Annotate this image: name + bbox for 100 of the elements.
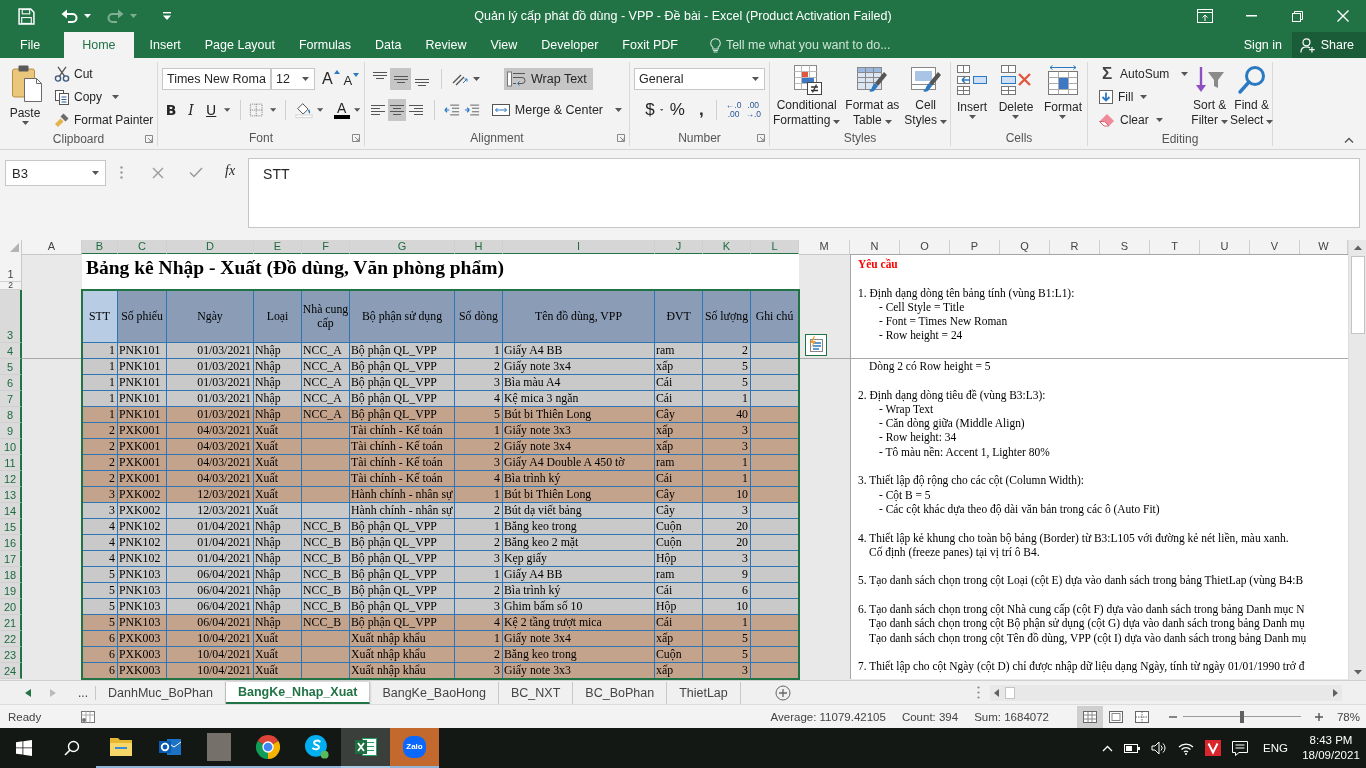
dialog-launcher-icon[interactable] bbox=[617, 133, 625, 142]
caret-icon[interactable] bbox=[473, 77, 480, 81]
bold-button[interactable]: B bbox=[162, 99, 181, 121]
notification-icon[interactable] bbox=[1232, 740, 1249, 756]
scroll-thumb[interactable] bbox=[1005, 686, 1015, 699]
ribbon-tab[interactable]: File bbox=[8, 32, 53, 58]
scroll-up-icon[interactable] bbox=[1353, 245, 1362, 250]
battery-icon[interactable] bbox=[1124, 743, 1141, 753]
font-color-button[interactable]: A bbox=[333, 99, 350, 121]
sheet-tab[interactable]: DanhMuc_BoPhan bbox=[96, 681, 226, 704]
comma-style-button[interactable]: , bbox=[695, 99, 708, 121]
previous-sheet-icon[interactable] bbox=[25, 688, 31, 697]
merge-center-button[interactable]: Merge & Center bbox=[487, 99, 625, 121]
format-as-table-button[interactable]: Format as Table bbox=[844, 62, 901, 129]
zoom-slider-thumb[interactable] bbox=[1239, 710, 1244, 723]
ribbon-tab[interactable]: Data bbox=[363, 32, 414, 58]
volume-icon[interactable] bbox=[1151, 741, 1168, 755]
row-header[interactable]: 20 bbox=[0, 599, 22, 615]
row-header[interactable]: 10 bbox=[0, 439, 22, 455]
ribbon-display-icon[interactable] bbox=[1197, 9, 1213, 23]
scroll-thumb[interactable] bbox=[1350, 256, 1365, 334]
zoom-in-icon[interactable] bbox=[1314, 712, 1323, 721]
wrap-text-button[interactable]: Wrap Text bbox=[504, 68, 593, 90]
vertical-scrollbar[interactable] bbox=[1348, 240, 1366, 680]
caret-icon[interactable] bbox=[317, 108, 324, 112]
cell-styles-button[interactable]: Cell Styles bbox=[903, 62, 948, 129]
sheet-tab[interactable]: BC_NXT bbox=[499, 681, 574, 704]
horizontal-scrollbar[interactable] bbox=[990, 684, 1342, 701]
row-header[interactable]: 16 bbox=[0, 535, 22, 551]
sheet-tab[interactable]: BangKe_Nhap_Xuat bbox=[225, 681, 371, 704]
tell-me-field[interactable]: Tell me what you want to do... bbox=[725, 38, 906, 52]
chevron-up-icon[interactable] bbox=[1102, 744, 1114, 752]
paste-button[interactable]: Paste bbox=[4, 62, 46, 131]
name-box[interactable]: B3 bbox=[5, 160, 106, 186]
row-header[interactable]: 18 bbox=[0, 567, 22, 583]
row-header[interactable]: 22 bbox=[0, 631, 22, 647]
row-header[interactable]: 4 bbox=[0, 343, 22, 359]
percent-button[interactable]: % bbox=[671, 99, 684, 121]
scroll-down-icon[interactable] bbox=[1353, 670, 1362, 675]
enter-check-icon[interactable] bbox=[189, 167, 203, 178]
row-header[interactable]: 6 bbox=[0, 375, 22, 391]
increase-indent-icon[interactable] bbox=[463, 104, 480, 116]
view-button[interactable] bbox=[1076, 705, 1103, 728]
wifi-icon[interactable] bbox=[1178, 741, 1195, 755]
search-icon[interactable] bbox=[64, 740, 80, 756]
row-header[interactable]: 17 bbox=[0, 551, 22, 567]
cancel-icon[interactable] bbox=[152, 167, 164, 179]
add-sheet-icon[interactable] bbox=[774, 684, 791, 701]
row-header[interactable]: 5 bbox=[0, 359, 22, 375]
more-sheets-button[interactable]: ... bbox=[78, 685, 96, 700]
v-tile-icon[interactable] bbox=[1205, 740, 1222, 756]
cut-button[interactable]: Cut bbox=[52, 62, 156, 85]
autosum-button[interactable]: Σ AutoSum bbox=[1096, 62, 1191, 85]
find-select-button[interactable]: Find & Select bbox=[1229, 62, 1275, 131]
row-header[interactable]: 1 bbox=[0, 254, 22, 282]
paint-bucket-icon[interactable] bbox=[295, 101, 314, 119]
taskbar-button[interactable]: Zalo bbox=[390, 728, 439, 768]
row-header[interactable]: 19 bbox=[0, 583, 22, 599]
copy-button[interactable]: Copy bbox=[52, 85, 156, 108]
grip-dots-icon[interactable] bbox=[120, 166, 123, 179]
ribbon-tab[interactable]: Home bbox=[64, 32, 134, 58]
undo-icon[interactable] bbox=[61, 9, 78, 23]
formula-input[interactable]: STT bbox=[248, 158, 1360, 228]
sheet-tab[interactable]: ThietLap bbox=[667, 681, 741, 704]
ribbon-tab[interactable]: Page Layout bbox=[192, 32, 287, 58]
format-painter-button[interactable]: Format Painter bbox=[52, 108, 156, 131]
align-center-button[interactable] bbox=[387, 99, 407, 121]
row-header[interactable]: 11 bbox=[0, 455, 22, 471]
insert-cells-button[interactable]: Insert bbox=[953, 62, 991, 129]
customize-icon[interactable] bbox=[163, 12, 171, 20]
collapse-ribbon-icon[interactable] bbox=[1344, 137, 1354, 143]
ribbon-tab[interactable]: Foxit PDF bbox=[610, 32, 690, 58]
underline-button[interactable]: U bbox=[202, 99, 221, 121]
dialog-launcher-icon[interactable] bbox=[757, 133, 765, 142]
row-header[interactable]: 8 bbox=[0, 407, 22, 423]
restore-icon[interactable] bbox=[1291, 10, 1303, 22]
row-header[interactable]: 13 bbox=[0, 487, 22, 503]
row-header[interactable]: 12 bbox=[0, 471, 22, 487]
sort-filter-button[interactable]: Sort & Filter bbox=[1190, 62, 1230, 131]
save-icon[interactable] bbox=[18, 7, 35, 25]
scroll-left-icon[interactable] bbox=[994, 688, 999, 697]
ribbon-tab[interactable]: Review bbox=[413, 32, 479, 58]
dialog-launcher-icon[interactable] bbox=[352, 133, 360, 142]
scroll-right-icon[interactable] bbox=[1333, 688, 1338, 697]
caret-icon[interactable] bbox=[224, 108, 231, 112]
decrease-decimal-button[interactable]: .00 →.0 bbox=[745, 101, 761, 119]
font-name-field[interactable]: Times New Roma bbox=[162, 68, 271, 90]
row-header[interactable]: 7 bbox=[0, 391, 22, 407]
language-indicator[interactable]: ENG bbox=[1263, 742, 1288, 754]
sheet-tab[interactable]: BC_BoPhan bbox=[573, 681, 668, 704]
format-cells-button[interactable]: Format bbox=[1040, 62, 1085, 129]
shrink-font-button[interactable]: A bbox=[342, 68, 360, 90]
clock-date[interactable]: 18/09/2021 bbox=[1302, 748, 1360, 763]
grip-dots-icon[interactable] bbox=[977, 686, 980, 699]
row-header[interactable]: 15 bbox=[0, 519, 22, 535]
currency-button[interactable]: $ bbox=[644, 99, 656, 121]
delete-cells-button[interactable]: Delete bbox=[995, 62, 1037, 129]
increase-decimal-button[interactable]: ←.0 .00 bbox=[725, 101, 742, 119]
close-icon[interactable] bbox=[1337, 10, 1349, 22]
ribbon-tab[interactable]: Formulas bbox=[286, 32, 364, 58]
